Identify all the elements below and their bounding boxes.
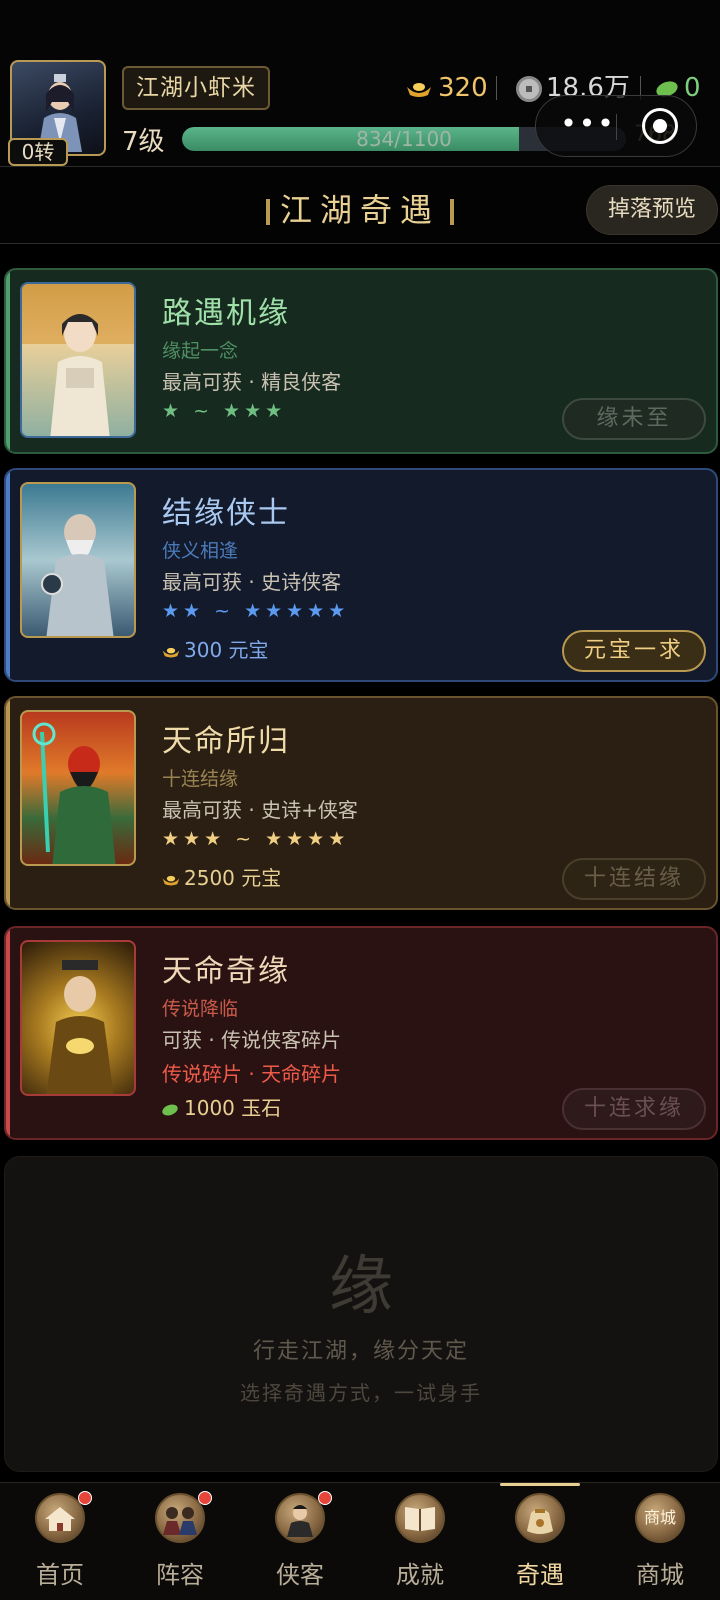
card-cost: 2500 元宝: [162, 862, 281, 891]
nav-label: 侠客: [276, 1561, 324, 1589]
fate-not-ready-button[interactable]: 缘未至: [562, 398, 706, 440]
notification-dot: [78, 1491, 92, 1505]
gold-ingot-icon: [162, 875, 180, 886]
ingot-draw-button[interactable]: 元宝一求: [562, 630, 706, 672]
card-title: 天命奇缘: [162, 954, 290, 989]
card-subtitle: 传说降临: [162, 998, 239, 1020]
divider: [496, 76, 497, 100]
nav-label: 首页: [36, 1561, 84, 1589]
more-icon[interactable]: •••: [558, 110, 618, 142]
card-subtitle: 十连结缘: [162, 768, 239, 790]
nav-label: 商城: [636, 1561, 684, 1589]
card-max-reward: 最高可获 · 史诗+侠客: [162, 798, 358, 822]
card-max-reward: 最高可获 · 精良侠客: [162, 370, 342, 394]
fortune-bag-icon: [515, 1493, 565, 1543]
card-title: 结缘侠士: [162, 496, 290, 531]
card-star-range: ★ ~ ★★★: [162, 400, 287, 422]
card-accent: [6, 698, 10, 908]
notification-dot: [318, 1491, 332, 1505]
miniprogram-capsule: •••: [535, 95, 697, 157]
bottom-nav: 首页 阵容 侠客 成就 奇遇 商城 商城: [0, 1482, 720, 1600]
jade-icon: [160, 1102, 180, 1117]
card-accent: [6, 270, 10, 452]
card-max-reward: 最高可获 · 史诗侠客: [162, 570, 342, 594]
card-art-scholar: [20, 282, 136, 438]
encounter-card-1[interactable]: 路遇机缘 缘起一念 最高可获 · 精良侠客 ★ ~ ★★★ 缘未至: [4, 268, 718, 454]
empty-state-panel: 缘 行走江湖，缘分天定 选择奇遇方式，一试身手: [4, 1156, 718, 1472]
card-art-sage: [20, 482, 136, 638]
title-ornament: [450, 199, 454, 225]
drop-preview-button[interactable]: 掉落预览: [586, 185, 718, 235]
encounter-card-3[interactable]: 天命所归 十连结缘 最高可获 · 史诗+侠客 ★★★ ~ ★★★★ 2500 元…: [4, 696, 718, 910]
capsule-divider: [616, 114, 617, 140]
sage-illustration-icon: [41, 514, 114, 636]
player-header: 0转 江湖小虾米 7级 834/1100 768 320 18.6万 0 •••: [0, 0, 720, 166]
player-level: 7级: [122, 127, 165, 157]
gold-ingot-icon: [162, 647, 180, 658]
card-title: 路遇机缘: [162, 296, 290, 331]
shop-icon: 商城: [635, 1493, 685, 1543]
encounter-card-4[interactable]: 天命奇缘 传说降临 可获 · 传说侠客碎片 传说碎片 · 天命碎片 1000 玉…: [4, 926, 718, 1140]
copper-coin-icon: [516, 75, 542, 102]
empty-state-glyph: 缘: [329, 1250, 393, 1324]
nav-home[interactable]: 首页: [0, 1483, 120, 1600]
card-cost: 300 元宝: [162, 634, 269, 663]
title-ornament: [265, 199, 270, 225]
ten-draw-button[interactable]: 十连结缘: [562, 858, 706, 900]
card-art-emperor: [20, 940, 136, 1096]
nav-label: 奇遇: [516, 1561, 564, 1589]
card-fragments: 传说碎片 · 天命碎片: [162, 1062, 342, 1086]
card-title: 天命所归: [162, 724, 290, 759]
card-art-general: [20, 710, 136, 866]
player-name[interactable]: 江湖小虾米: [122, 66, 270, 110]
card-cost: 1000 玉石: [160, 1092, 281, 1121]
card-max-reward: 可获 · 传说侠客碎片: [162, 1028, 342, 1052]
notification-dot: [198, 1491, 212, 1505]
scholar-illustration-icon: [22, 284, 134, 436]
emperor-illustration-icon: [46, 960, 114, 1094]
gold-value: 320: [438, 73, 488, 103]
ten-fate-button[interactable]: 十连求缘: [562, 1088, 706, 1130]
card-star-range: ★★★ ~ ★★★★: [162, 828, 350, 850]
card-subtitle: 缘起一念: [162, 340, 239, 362]
rebirth-badge: 0转: [8, 138, 68, 166]
nav-team[interactable]: 阵容: [120, 1483, 240, 1600]
card-star-range: ★★ ~ ★★★★★: [162, 600, 350, 622]
nav-label: 成就: [396, 1561, 444, 1589]
section-header: 江湖奇遇 掉落预览: [0, 166, 720, 244]
card-accent: [6, 928, 10, 1138]
empty-state-line-1: 行走江湖，缘分天定: [252, 1339, 469, 1364]
encounter-card-2[interactable]: 结缘侠士 侠义相逢 最高可获 · 史诗侠客 ★★ ~ ★★★★★ 300 元宝 …: [4, 468, 718, 682]
nav-label: 阵容: [156, 1561, 204, 1589]
gold-ingot-icon: [407, 82, 431, 97]
nav-encounters[interactable]: 奇遇: [480, 1483, 600, 1600]
nav-heroes[interactable]: 侠客: [240, 1483, 360, 1600]
nav-shop[interactable]: 商城 商城: [600, 1483, 720, 1600]
jade-value: 0: [684, 73, 701, 103]
nav-achievements[interactable]: 成就: [360, 1483, 480, 1600]
card-accent: [6, 470, 10, 680]
gold-counter[interactable]: 320: [406, 70, 488, 106]
empty-state-line-2: 选择奇遇方式，一试身手: [240, 1381, 482, 1405]
shop-icon-text: 商城: [643, 1508, 676, 1527]
card-subtitle: 侠义相逢: [162, 540, 239, 562]
general-illustration-icon: [32, 722, 116, 864]
close-target-icon[interactable]: [642, 108, 678, 144]
book-icon: [395, 1493, 445, 1543]
